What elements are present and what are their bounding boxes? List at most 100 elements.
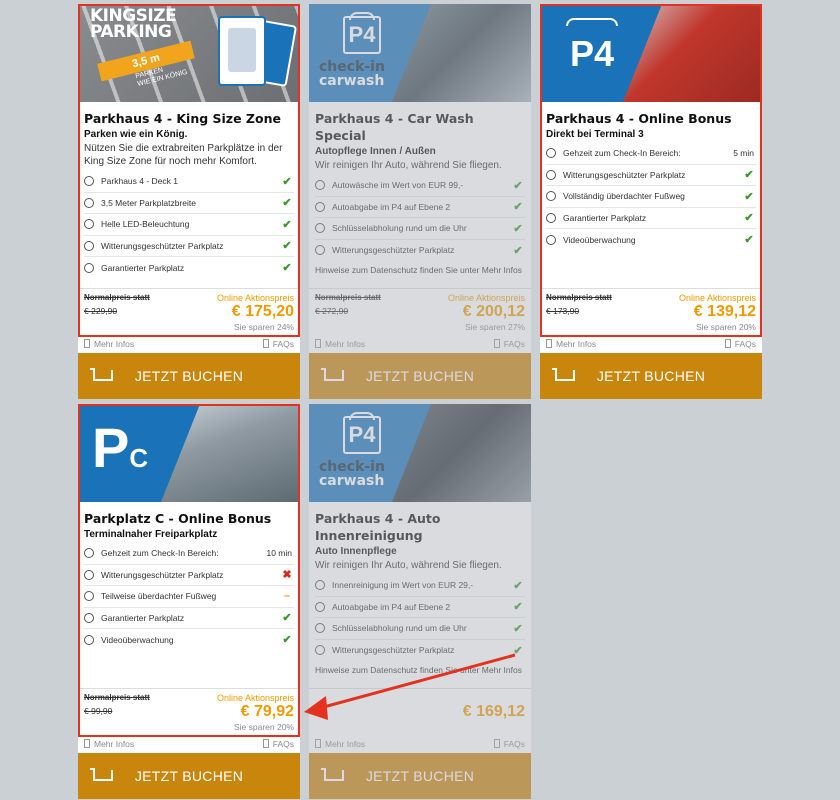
feature-item: 3,5 Meter Parkplatzbreite ✔	[84, 193, 294, 214]
online-price: € 79,92	[240, 703, 294, 720]
globe-icon	[84, 262, 94, 273]
check-icon: ✔	[282, 197, 292, 210]
feature-list: Innenreinigung im Wert von EUR 29,- ✔ Aut…	[315, 575, 525, 661]
more-info-link[interactable]: Mehr Infos	[84, 339, 134, 351]
cart-icon	[552, 368, 575, 384]
camera-icon	[546, 234, 556, 245]
online-price: € 200,12	[462, 303, 525, 320]
faq-icon	[724, 339, 731, 348]
check-icon: ✔	[744, 169, 754, 182]
more-info-link[interactable]: Mehr Infos	[84, 739, 134, 751]
info-icon	[84, 739, 90, 748]
walk-time: 10 min	[266, 548, 292, 559]
location-icon	[315, 201, 325, 212]
price-block: Normalpreis statt € 229,90 Online Aktion…	[78, 288, 300, 336]
check-icon: ✔	[282, 240, 292, 253]
thermometer-icon	[84, 569, 94, 580]
book-now-button[interactable]: JETZT BUCHEN	[309, 753, 531, 799]
cart-icon	[90, 368, 113, 384]
faq-icon	[493, 339, 500, 348]
price-block: Normalpreis statt € 99,90 Online Aktions…	[78, 688, 300, 736]
product-card-p4-online: P4 Parkhaus 4 - Online Bonus Direkt bei …	[540, 4, 762, 399]
check-icon: ✔	[282, 634, 292, 647]
key-icon	[315, 223, 325, 234]
check-icon: ✔	[282, 175, 292, 188]
normal-price: € 229,90	[84, 306, 118, 316]
normal-price-label: Normalpreis statt	[315, 293, 381, 302]
check-icon: ✔	[513, 222, 523, 235]
thermometer-icon	[84, 240, 94, 251]
feature-item: Witterungsgeschützter Parkplatz ✔	[315, 240, 525, 262]
card-subtitle: Autopflege Innen / Außen	[315, 146, 436, 157]
feature-item: Witterungsgeschützter Parkplatz ✖	[84, 565, 294, 586]
partial-icon: –	[283, 590, 291, 603]
feature-list: Gehzeit zum Check-In Bereich: 5 min Witte…	[546, 143, 756, 251]
hero-image-carwash: P4 check-in carwash	[309, 4, 531, 102]
card-description: Wir reinigen Ihr Auto, während Sie flieg…	[315, 560, 502, 571]
info-row: Mehr Infos FAQs	[78, 337, 300, 353]
book-now-button[interactable]: JETZT BUCHEN	[78, 353, 300, 399]
check-icon: ✔	[744, 234, 754, 247]
normal-price: € 173,90	[546, 306, 580, 316]
savings-label: Sie sparen 27%	[464, 322, 525, 332]
feature-item: Autoabgabe im P4 auf Ebene 2 ✔	[315, 597, 525, 618]
price-block: € 169,12	[309, 688, 531, 736]
check-icon: ✔	[513, 601, 523, 614]
book-now-button[interactable]: JETZT BUCHEN	[540, 353, 762, 399]
normal-price: € 99,90	[84, 706, 113, 716]
savings-label: Sie sparen 20%	[695, 322, 756, 332]
cart-icon	[321, 368, 344, 384]
hero-image-interior: P4 check-in carwash	[309, 404, 531, 502]
check-icon: ✔	[513, 622, 523, 635]
card-title: Parkhaus 4 - Car Wash Special	[315, 111, 474, 143]
check-icon: ✔	[282, 218, 292, 231]
product-card-kingsize: KINGSIZE PARKING 3,5 m PARKEN WIE EIN KÖNI…	[78, 4, 300, 399]
faqs-link[interactable]: FAQs	[493, 739, 525, 751]
card-title: Parkhaus 4 - Auto Innenreinigung	[315, 511, 441, 543]
product-card-interior: P4 check-in carwash Parkhaus 4 - Auto Inn…	[309, 404, 531, 799]
online-price-label: Online Aktionspreis	[447, 293, 525, 303]
check-icon: ✔	[282, 612, 292, 625]
feature-item: Innenreinigung im Wert von EUR 29,- ✔	[315, 575, 525, 597]
book-now-button[interactable]: JETZT BUCHEN	[309, 353, 531, 399]
feature-item: Garantierter Parkplatz ✔	[546, 208, 756, 229]
feature-list: Autowäsche im Wert von EUR 99,- ✔ Autoabg…	[315, 175, 525, 261]
pc-sign-icon: PC	[92, 416, 149, 479]
faqs-link[interactable]: FAQs	[262, 339, 294, 351]
normal-price-label: Normalpreis statt	[84, 693, 150, 702]
king-card-icon	[218, 16, 266, 86]
faqs-link[interactable]: FAQs	[493, 339, 525, 351]
globe-icon	[546, 212, 556, 223]
faq-icon	[493, 739, 500, 748]
online-price-label: Online Aktionspreis	[216, 293, 294, 303]
home-icon	[84, 591, 94, 602]
checkin-carwash-logo: check-in carwash	[319, 459, 385, 489]
more-info-link[interactable]: Mehr Infos	[315, 739, 365, 751]
expand-icon	[84, 197, 94, 208]
info-icon	[315, 739, 321, 748]
hero-image-p4: P4	[540, 4, 762, 102]
card-title: Parkplatz C - Online Bonus	[84, 511, 272, 526]
check-icon: ✔	[282, 262, 292, 275]
more-info-link[interactable]: Mehr Infos	[546, 339, 596, 351]
hero-image-kingsize: KINGSIZE PARKING 3,5 m PARKEN WIE EIN KÖNI…	[78, 4, 300, 102]
faqs-link[interactable]: FAQs	[724, 339, 756, 351]
thermometer-icon	[546, 169, 556, 180]
normal-price-label: Normalpreis statt	[546, 293, 612, 302]
p4-sign-icon: P4	[562, 24, 622, 84]
feature-item: Gehzeit zum Check-In Bereich: 10 min	[84, 543, 294, 565]
feature-item: Helle LED-Beleuchtung ✔	[84, 214, 294, 236]
more-info-link[interactable]: Mehr Infos	[315, 339, 365, 351]
book-now-button[interactable]: JETZT BUCHEN	[78, 753, 300, 799]
feature-item: Schlüsselabholung rund um die Uhr ✔	[315, 618, 525, 640]
checkin-carwash-logo: check-in carwash	[319, 59, 385, 89]
feature-item: Garantierter Parkplatz ✔	[84, 257, 294, 279]
wash-icon	[315, 180, 325, 191]
price-block: Normalpreis statt € 272,90 Online Aktion…	[309, 288, 531, 336]
faqs-link[interactable]: FAQs	[262, 739, 294, 751]
lightbulb-icon	[84, 219, 94, 230]
feature-item: Vollständig überdachter Fußweg ✔	[546, 186, 756, 208]
feature-item: Garantierter Parkplatz ✔	[84, 608, 294, 629]
check-icon: ✔	[744, 190, 754, 203]
privacy-note: Hinweise zum Datenschutz finden Sie unte…	[315, 265, 522, 275]
